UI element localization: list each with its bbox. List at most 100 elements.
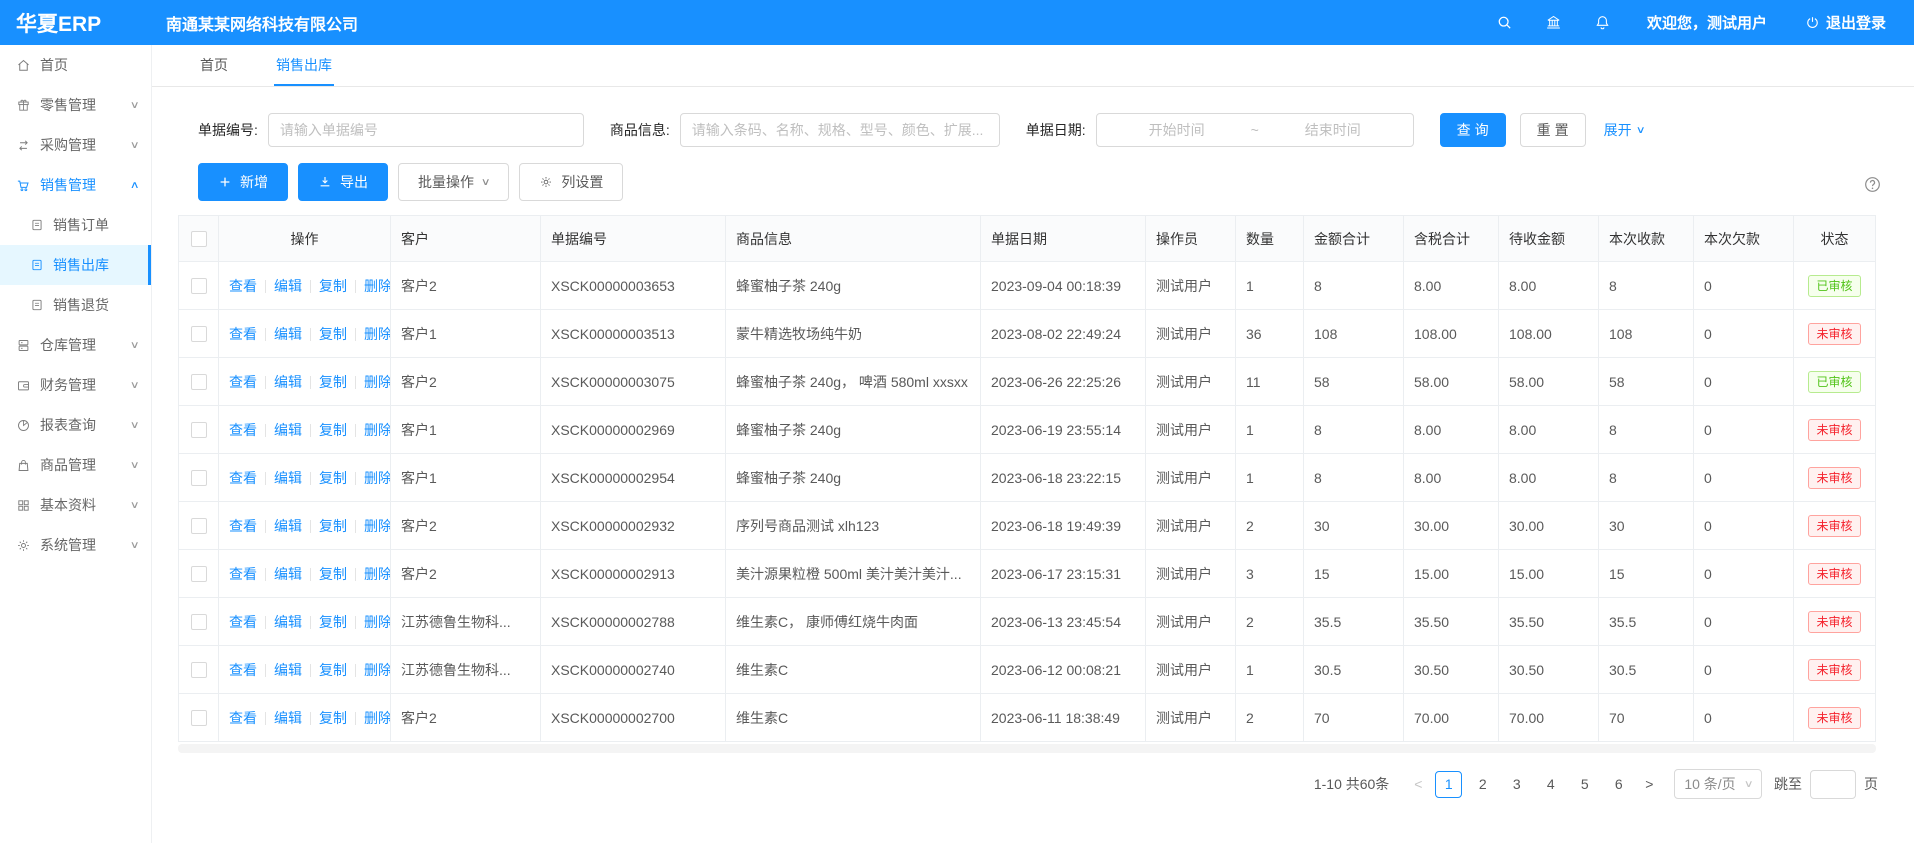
logout-button[interactable]: 退出登录 — [1805, 12, 1886, 33]
delete-link[interactable]: 删除 — [364, 470, 391, 486]
page-button-1[interactable]: 1 — [1435, 771, 1462, 798]
batch-actions-button[interactable]: 批量操作 ∨ — [398, 163, 509, 201]
notification-bell-icon[interactable] — [1594, 14, 1611, 31]
page-button-6[interactable]: 6 — [1605, 771, 1632, 798]
copy-link[interactable]: 复制 — [319, 566, 347, 582]
view-link[interactable]: 查看 — [229, 710, 257, 726]
platform-icon[interactable] — [1545, 14, 1562, 31]
edit-link[interactable]: 编辑 — [274, 566, 302, 582]
edit-link[interactable]: 编辑 — [274, 518, 302, 534]
row-checkbox[interactable] — [191, 662, 207, 678]
page-button-5[interactable]: 5 — [1571, 771, 1598, 798]
sidebar-item-purchase[interactable]: 采购管理∨ — [0, 125, 151, 165]
sidebar-item-retail[interactable]: 零售管理∨ — [0, 85, 151, 125]
expand-link[interactable]: 展开 ∨ — [1604, 120, 1644, 140]
tab-home[interactable]: 首页 — [198, 45, 230, 86]
next-page-button[interactable]: > — [1636, 776, 1662, 792]
delete-link[interactable]: 删除 — [364, 662, 391, 678]
export-button[interactable]: 导出 — [298, 163, 388, 201]
copy-link[interactable]: 复制 — [319, 374, 347, 390]
view-link[interactable]: 查看 — [229, 518, 257, 534]
copy-link[interactable]: 复制 — [319, 518, 347, 534]
column-settings-button[interactable]: 列设置 — [519, 163, 623, 201]
help-icon[interactable] — [1863, 175, 1882, 194]
chevron-down-icon: ∨ — [129, 460, 139, 471]
tab-sales-outbound[interactable]: 销售出库 — [274, 45, 334, 86]
delete-link[interactable]: 删除 — [364, 374, 391, 390]
copy-link[interactable]: 复制 — [319, 614, 347, 630]
add-button[interactable]: 新增 — [198, 163, 288, 201]
edit-link[interactable]: 编辑 — [274, 278, 302, 294]
view-link[interactable]: 查看 — [229, 566, 257, 582]
page-size-select[interactable]: 10 条/页 ∨ — [1674, 769, 1762, 799]
plus-icon — [218, 175, 232, 189]
row-checkbox[interactable] — [191, 614, 207, 630]
edit-link[interactable]: 编辑 — [274, 614, 302, 630]
edit-link[interactable]: 编辑 — [274, 710, 302, 726]
sidebar-item-sales-return[interactable]: 销售退货 — [0, 285, 151, 325]
copy-link[interactable]: 复制 — [319, 710, 347, 726]
copy-link[interactable]: 复制 — [319, 662, 347, 678]
copy-link[interactable]: 复制 — [319, 278, 347, 294]
sidebar-item-warehouse[interactable]: 仓库管理∨ — [0, 325, 151, 365]
bill-no-input[interactable] — [268, 113, 584, 147]
view-link[interactable]: 查看 — [229, 614, 257, 630]
delete-link[interactable]: 删除 — [364, 614, 391, 630]
jump-page-input[interactable] — [1810, 770, 1856, 799]
sidebar-item-product[interactable]: 商品管理∨ — [0, 445, 151, 485]
cell-tax-total: 58.00 — [1404, 358, 1499, 406]
copy-link[interactable]: 复制 — [319, 422, 347, 438]
prev-page-button[interactable]: < — [1405, 776, 1431, 792]
select-all-checkbox[interactable] — [191, 231, 207, 247]
edit-link[interactable]: 编辑 — [274, 326, 302, 342]
search-button[interactable]: 查询 — [1440, 113, 1506, 147]
row-checkbox[interactable] — [191, 470, 207, 486]
row-checkbox[interactable] — [191, 518, 207, 534]
sidebar-item-sales-outbound[interactable]: 销售出库 — [0, 245, 151, 285]
view-link[interactable]: 查看 — [229, 374, 257, 390]
view-link[interactable]: 查看 — [229, 470, 257, 486]
edit-link[interactable]: 编辑 — [274, 470, 302, 486]
copy-link[interactable]: 复制 — [319, 326, 347, 342]
sidebar-item-system[interactable]: 系统管理∨ — [0, 525, 151, 565]
start-date-placeholder[interactable]: 开始时间 — [1107, 120, 1247, 140]
copy-link[interactable]: 复制 — [319, 470, 347, 486]
row-checkbox[interactable] — [191, 374, 207, 390]
view-link[interactable]: 查看 — [229, 422, 257, 438]
delete-link[interactable]: 删除 — [364, 278, 391, 294]
row-checkbox[interactable] — [191, 566, 207, 582]
delete-link[interactable]: 删除 — [364, 566, 391, 582]
row-checkbox[interactable] — [191, 278, 207, 294]
edit-link[interactable]: 编辑 — [274, 374, 302, 390]
delete-link[interactable]: 删除 — [364, 422, 391, 438]
reset-button[interactable]: 重置 — [1520, 113, 1586, 147]
cell-date: 2023-06-13 23:45:54 — [981, 598, 1146, 646]
view-link[interactable]: 查看 — [229, 662, 257, 678]
cell-status: 已审核 — [1794, 262, 1876, 310]
date-range-picker[interactable]: 开始时间 ~ 结束时间 — [1096, 113, 1414, 147]
sidebar-item-sales[interactable]: 销售管理∧ — [0, 165, 151, 205]
page-button-2[interactable]: 2 — [1469, 771, 1496, 798]
view-link[interactable]: 查看 — [229, 278, 257, 294]
delete-link[interactable]: 删除 — [364, 518, 391, 534]
delete-link[interactable]: 删除 — [364, 326, 391, 342]
material-input[interactable] — [680, 113, 1000, 147]
edit-link[interactable]: 编辑 — [274, 662, 302, 678]
page-button-3[interactable]: 3 — [1503, 771, 1530, 798]
search-icon[interactable] — [1496, 14, 1513, 31]
end-date-placeholder[interactable]: 结束时间 — [1263, 120, 1403, 140]
row-checkbox[interactable] — [191, 326, 207, 342]
sidebar-item-home[interactable]: 首页 — [0, 45, 151, 85]
toolbar: 新增 导出 批量操作 ∨ 列设置 — [198, 163, 1914, 201]
row-checkbox[interactable] — [191, 422, 207, 438]
page-button-4[interactable]: 4 — [1537, 771, 1564, 798]
sidebar-item-sales-order[interactable]: 销售订单 — [0, 205, 151, 245]
edit-link[interactable]: 编辑 — [274, 422, 302, 438]
sidebar-item-basic-data[interactable]: 基本资料∨ — [0, 485, 151, 525]
row-checkbox[interactable] — [191, 710, 207, 726]
sidebar-item-finance[interactable]: 财务管理∨ — [0, 365, 151, 405]
sidebar-item-report[interactable]: 报表查询∨ — [0, 405, 151, 445]
view-link[interactable]: 查看 — [229, 326, 257, 342]
delete-link[interactable]: 删除 — [364, 710, 391, 726]
table-horizontal-scrollbar[interactable] — [178, 744, 1876, 753]
